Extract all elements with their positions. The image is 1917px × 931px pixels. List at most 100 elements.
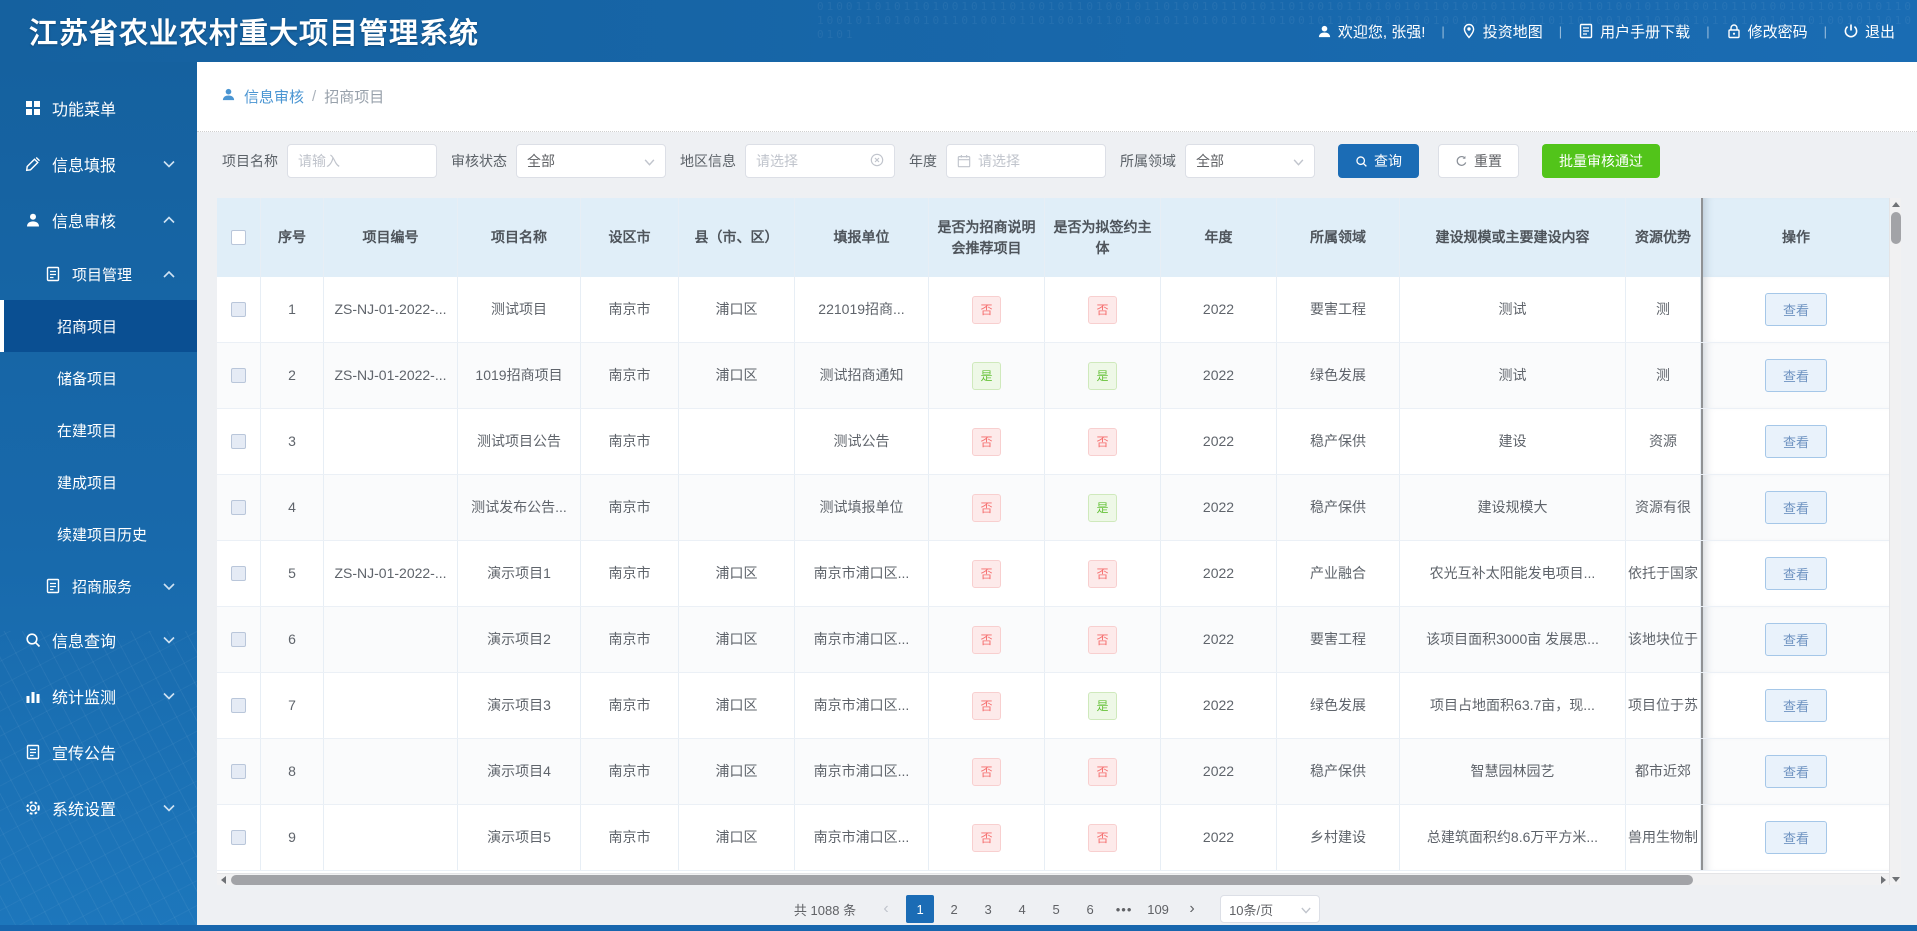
sidebar-item-label: 招商项目	[57, 318, 118, 336]
sidebar-item-info-query[interactable]: 信息查询	[0, 612, 197, 668]
project-name-input[interactable]	[298, 153, 426, 169]
table-header-cell: 所属领域	[1277, 198, 1400, 277]
view-button[interactable]: 查看	[1764, 623, 1827, 656]
page-button-4[interactable]: 4	[1008, 895, 1036, 923]
cell-city: 南京市	[581, 739, 679, 804]
cell-field: 稳产保供	[1277, 475, 1400, 540]
row-checkbox[interactable]	[231, 434, 246, 449]
reset-button[interactable]: 重置	[1438, 144, 1519, 178]
nav-invest-map[interactable]: 投资地图	[1461, 21, 1543, 42]
scroll-right-arrow[interactable]	[1877, 874, 1889, 886]
row-checkbox[interactable]	[231, 830, 246, 845]
cell-county: 浦口区	[679, 673, 795, 738]
view-button[interactable]: 查看	[1764, 755, 1827, 788]
page-button-109[interactable]: 109	[1144, 895, 1172, 923]
table-header-cell: 县（市、区）	[679, 198, 795, 277]
cell-seq: 5	[261, 541, 324, 606]
nav-logout[interactable]: 退出	[1843, 21, 1895, 42]
cell-recommended: 否	[929, 277, 1045, 342]
page-button-6[interactable]: 6	[1076, 895, 1104, 923]
table-header-cell: 序号	[261, 198, 324, 277]
sidebar-item-project-management[interactable]: 项目管理	[0, 248, 197, 300]
row-checkbox[interactable]	[231, 632, 246, 647]
cell-field: 要害工程	[1277, 607, 1400, 672]
cell-code	[324, 673, 458, 738]
chevron-down-icon	[1301, 902, 1311, 917]
prev-page-button[interactable]: ‹	[874, 895, 898, 923]
cell-field: 绿色发展	[1277, 343, 1400, 408]
sidebar-item-info-report[interactable]: 信息填报	[0, 136, 197, 192]
vertical-scroll-thumb[interactable]	[1891, 212, 1901, 244]
cell-unit: 南京市浦口区...	[795, 673, 929, 738]
row-checkbox[interactable]	[231, 368, 246, 383]
scroll-up-arrow[interactable]	[1890, 198, 1902, 210]
nav-change-password[interactable]: 修改密码	[1726, 21, 1808, 42]
nav-manual-download[interactable]: 用户手册下载	[1578, 21, 1690, 42]
cell-year: 2022	[1161, 277, 1277, 342]
sidebar-item-label: 统计监测	[52, 690, 117, 707]
view-button[interactable]: 查看	[1764, 821, 1827, 854]
breadcrumb: 信息审核 / 招商项目	[221, 86, 384, 107]
welcome-user: 欢迎您, 张强!	[1317, 21, 1425, 42]
no-badge: 否	[972, 823, 1001, 852]
row-checkbox[interactable]	[231, 566, 246, 581]
page-button-5[interactable]: 5	[1042, 895, 1070, 923]
page-button-2[interactable]: 2	[940, 895, 968, 923]
clear-circle-icon[interactable]	[870, 153, 884, 170]
row-checkbox[interactable]	[231, 698, 246, 713]
cell-resource: 依托于国家	[1626, 541, 1701, 606]
cell-name: 演示项目3	[458, 673, 581, 738]
sidebar-item-menu-home[interactable]: 功能菜单	[0, 80, 197, 136]
scroll-left-arrow[interactable]	[217, 874, 229, 886]
yes-badge: 是	[1088, 361, 1117, 390]
sidebar-item-reserve-projects[interactable]: 储备项目	[0, 352, 197, 404]
view-button[interactable]: 查看	[1764, 425, 1827, 458]
view-button[interactable]: 查看	[1764, 359, 1827, 392]
header-nav: 欢迎您, 张强! | |投资地图|用户手册下载|修改密码|退出	[1317, 21, 1895, 42]
table-header-cell: 设区市	[581, 198, 679, 277]
sidebar-item-under-construction[interactable]: 在建项目	[0, 404, 197, 456]
row-checkbox[interactable]	[231, 500, 246, 515]
page-button-3[interactable]: 3	[974, 895, 1002, 923]
field-select[interactable]: 全部	[1185, 144, 1315, 178]
search-button[interactable]: 查询	[1338, 144, 1419, 178]
view-button[interactable]: 查看	[1764, 689, 1827, 722]
sidebar-item-renewal-project-history[interactable]: 续建项目历史	[0, 508, 197, 560]
row-checkbox[interactable]	[231, 764, 246, 779]
cell-city: 南京市	[581, 607, 679, 672]
view-button[interactable]: 查看	[1764, 293, 1827, 326]
sidebar-item-publicity-announcement[interactable]: 宣传公告	[0, 724, 197, 780]
year-picker[interactable]: 请选择	[946, 144, 1106, 178]
sidebar-item-investment-projects[interactable]: 招商项目	[0, 300, 197, 352]
horizontal-scroll-thumb[interactable]	[231, 875, 1693, 885]
sidebar-item-system-settings[interactable]: 系统设置	[0, 780, 197, 836]
horizontal-scrollbar[interactable]	[217, 873, 1889, 885]
region-select[interactable]: 请选择	[745, 144, 895, 178]
scroll-down-arrow[interactable]	[1890, 873, 1902, 885]
more-pages-ellipsis[interactable]: •••	[1110, 902, 1138, 917]
no-badge: 否	[1088, 295, 1117, 324]
breadcrumb-root[interactable]: 信息审核	[244, 86, 304, 107]
select-all-checkbox[interactable]	[231, 230, 246, 245]
cell-resource: 资源有很	[1626, 475, 1701, 540]
view-button[interactable]: 查看	[1764, 491, 1827, 524]
sidebar-item-statistics-monitoring[interactable]: 统计监测	[0, 668, 197, 724]
cell-proposed: 否	[1045, 805, 1161, 870]
cell-seq: 2	[261, 343, 324, 408]
chevron-up-icon	[163, 211, 175, 229]
cell-county: 浦口区	[679, 541, 795, 606]
row-checkbox[interactable]	[231, 302, 246, 317]
page-size-select[interactable]: 10条/页	[1220, 895, 1321, 923]
batch-approve-button[interactable]: 批量审核通过	[1542, 144, 1660, 178]
next-page-button[interactable]: ›	[1180, 895, 1204, 923]
cell-year: 2022	[1161, 475, 1277, 540]
table-header-cell: 年度	[1161, 198, 1277, 277]
audit-status-select[interactable]: 全部	[516, 144, 666, 178]
sidebar-item-completed-projects[interactable]: 建成项目	[0, 456, 197, 508]
view-button[interactable]: 查看	[1764, 557, 1827, 590]
vertical-scrollbar[interactable]	[1889, 198, 1901, 885]
sidebar-item-info-review[interactable]: 信息审核	[0, 192, 197, 248]
sidebar-item-investment-services[interactable]: 招商服务	[0, 560, 197, 612]
row-action-cell: 查看	[1701, 805, 1889, 870]
page-button-1[interactable]: 1	[906, 895, 935, 923]
